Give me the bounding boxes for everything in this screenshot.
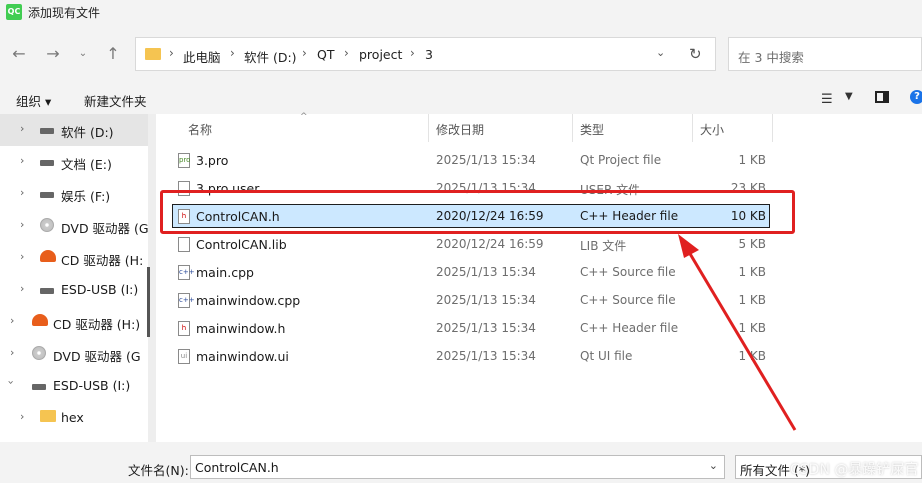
file-name-label: 文件名(N): bbox=[128, 463, 189, 478]
file-name-value: ControlCAN.h bbox=[195, 460, 279, 475]
file-name-input[interactable]: ControlCAN.h ⌄ bbox=[190, 455, 725, 479]
annotation-arrow-line bbox=[684, 246, 797, 431]
file-name-dropdown-chevron-icon[interactable]: ⌄ bbox=[709, 459, 718, 472]
annotation-arrow-icon bbox=[678, 234, 797, 431]
watermark: CSDN @暴躁铲屎官 bbox=[790, 462, 919, 478]
annotation-arrow-head bbox=[678, 234, 699, 258]
